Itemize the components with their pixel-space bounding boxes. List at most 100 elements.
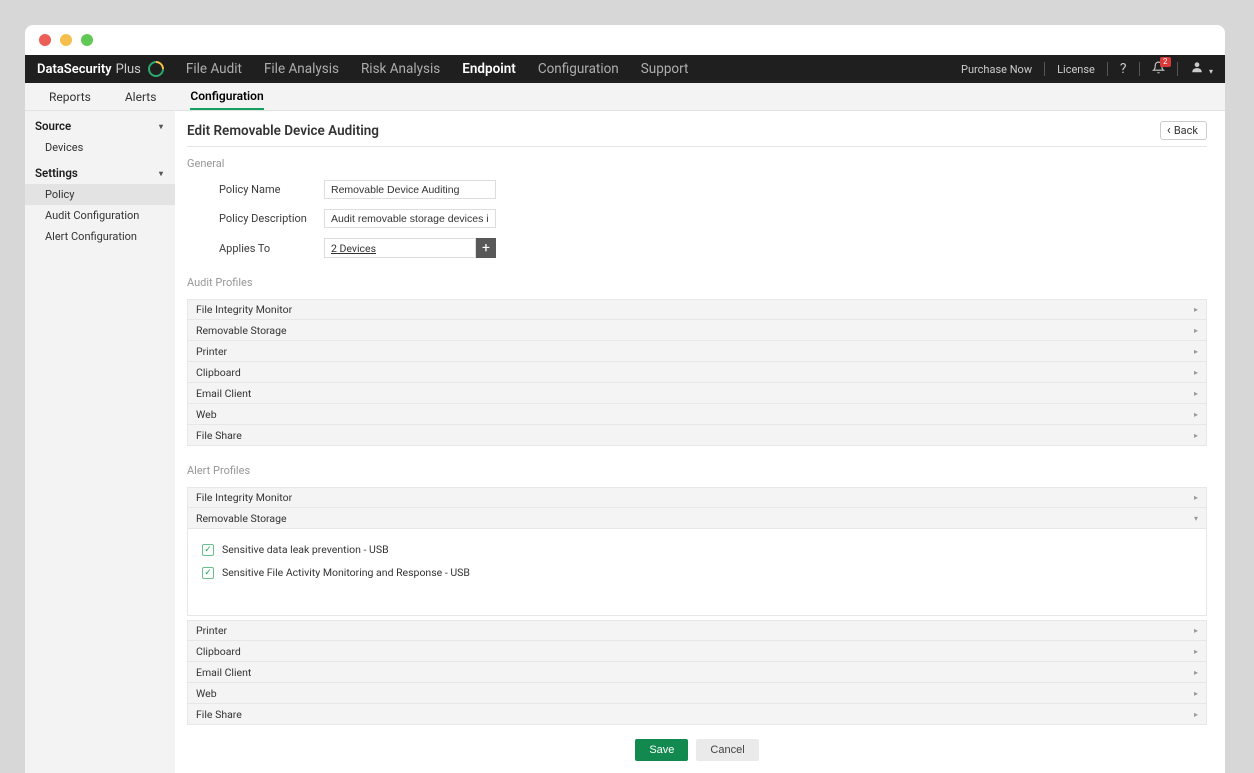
profile-row-printer[interactable]: Printer ▸ [187, 620, 1207, 641]
profile-row-label: Web [196, 687, 217, 700]
back-button[interactable]: Back [1160, 121, 1207, 140]
chevron-icon: ▸ [1194, 305, 1198, 314]
nav-divider [1139, 62, 1140, 76]
sidebar-item-policy[interactable]: Policy [25, 184, 175, 205]
help-icon[interactable]: ? [1120, 61, 1127, 77]
add-device-button[interactable]: + [476, 238, 496, 258]
nav-item-endpoint[interactable]: Endpoint [462, 55, 516, 83]
chevron-icon: ▸ [1194, 347, 1198, 356]
chevron-icon: ▸ [1194, 431, 1198, 440]
profile-row-label: Clipboard [196, 645, 241, 658]
brand-name: DataSecurity [37, 62, 112, 77]
profile-row-label: Web [196, 408, 217, 421]
label-applies-to: Applies To [219, 242, 324, 255]
profile-row-label: Printer [196, 624, 227, 637]
section-title-alert: Alert Profiles [187, 464, 1207, 477]
row-applies-to: Applies To 2 Devices + [187, 238, 1207, 258]
page-title: Edit Removable Device Auditing [187, 123, 379, 139]
alert-checkbox-label: Sensitive data leak prevention - USB [222, 543, 389, 556]
section-title-general: General [187, 157, 1207, 170]
profile-row-clipboard[interactable]: Clipboard ▸ [187, 641, 1207, 662]
nav-item-risk-analysis[interactable]: Risk Analysis [361, 55, 440, 83]
section-title-audit: Audit Profiles [187, 276, 1207, 289]
profile-row-label: Removable Storage [196, 324, 287, 337]
notification-bell-icon[interactable]: 2 [1152, 61, 1165, 78]
back-button-label: Back [1174, 124, 1198, 137]
app-window: DataSecurity Plus File Audit File Analysi… [25, 25, 1225, 773]
chevron-icon: ▸ [1194, 668, 1198, 677]
chevron-icon: ▸ [1194, 710, 1198, 719]
license-link[interactable]: License [1057, 63, 1095, 76]
nav-divider [1107, 62, 1108, 76]
profile-row-label: File Integrity Monitor [196, 303, 292, 316]
applies-to-value[interactable]: 2 Devices [324, 238, 476, 258]
nav-divider [1177, 62, 1178, 76]
profile-row-clipboard[interactable]: Clipboard ▸ [187, 362, 1207, 383]
profile-row-web[interactable]: Web ▸ [187, 683, 1207, 704]
brand-suffix: Plus [116, 62, 141, 77]
checkbox-checked-icon[interactable]: ✓ [202, 567, 214, 579]
chevron-icon: ▸ [1194, 368, 1198, 377]
alert-checkbox-row: ✓Sensitive File Activity Monitoring and … [202, 566, 1192, 579]
nav-item-file-analysis[interactable]: File Analysis [264, 55, 339, 83]
sidebar-item-audit-configuration[interactable]: Audit Configuration [25, 205, 175, 226]
row-policy-desc: Policy Description [187, 209, 1207, 228]
subnav-item-configuration[interactable]: Configuration [190, 83, 263, 110]
chevron-icon: ▸ [1194, 410, 1198, 419]
chevron-icon: ▸ [1194, 626, 1198, 635]
profile-row-file-share[interactable]: File Share ▸ [187, 425, 1207, 446]
profile-row-removable-storage[interactable]: Removable Storage ▸ [187, 320, 1207, 341]
alert-expanded-removable-storage: ✓ Sensitive data leak prevention - USB ✓Se… [187, 529, 1207, 616]
profile-row-label: Email Client [196, 666, 251, 679]
top-nav: DataSecurity Plus File Audit File Analysi… [25, 55, 1225, 83]
profile-row-label: Printer [196, 345, 227, 358]
subnav-item-alerts[interactable]: Alerts [125, 83, 157, 110]
nav-divider [1044, 62, 1045, 76]
profile-row-file-integrity-monitor[interactable]: File Integrity Monitor▸ [187, 487, 1207, 508]
nav-item-file-audit[interactable]: File Audit [186, 55, 242, 83]
profile-row-label: Removable Storage [196, 512, 287, 525]
sidebar-group-settings[interactable]: Settings▾ [25, 158, 175, 184]
sub-nav: Reports Alerts Configuration [25, 83, 1225, 111]
subnav-item-reports[interactable]: Reports [49, 83, 91, 110]
nav-item-configuration[interactable]: Configuration [538, 55, 619, 83]
save-button[interactable]: Save [635, 739, 688, 761]
window-close-dot[interactable] [39, 34, 51, 46]
label-policy-name: Policy Name [219, 183, 324, 196]
window-minimize-dot[interactable] [60, 34, 72, 46]
row-policy-name: Policy Name [187, 180, 1207, 199]
chevron-down-icon: ▾ [159, 169, 163, 178]
profile-row-label: File Share [196, 429, 242, 442]
profile-row-label: Email Client [196, 387, 251, 400]
notification-badge: 2 [1160, 57, 1171, 67]
brand-swirl-icon [145, 58, 168, 81]
profile-row-printer[interactable]: Printer ▸ [187, 341, 1207, 362]
profile-row-web[interactable]: Web ▸ [187, 404, 1207, 425]
profile-row-email-client[interactable]: Email Client ▸ [187, 662, 1207, 683]
main-content: Edit Removable Device Auditing Back Gene… [175, 111, 1225, 773]
input-policy-desc[interactable] [324, 209, 496, 228]
sidebar-item-alert-configuration[interactable]: Alert Configuration [25, 226, 175, 247]
profile-row-removable-storage[interactable]: Removable Storage ▾ [187, 508, 1207, 529]
checkbox-checked-icon[interactable]: ✓ [202, 544, 214, 556]
brand-logo: DataSecurity Plus [37, 61, 164, 77]
purchase-link[interactable]: Purchase Now [961, 63, 1032, 76]
chevron-down-icon: ▾ [159, 122, 163, 131]
profile-row-email-client[interactable]: Email Client▸ [187, 383, 1207, 404]
cancel-button[interactable]: Cancel [696, 739, 758, 761]
sidebar-item-devices[interactable]: Devices [25, 137, 175, 158]
user-menu-icon[interactable]: ▾ [1190, 60, 1214, 78]
input-policy-name[interactable] [324, 180, 496, 199]
chevron-icon: ▸ [1194, 647, 1198, 656]
profile-row-file-share[interactable]: File Share ▸ [187, 704, 1207, 725]
chevron-icon: ▾ [1194, 514, 1198, 523]
profile-row-label: File Share [196, 708, 242, 721]
profile-row-label: Clipboard [196, 366, 241, 379]
profile-row-label: File Integrity Monitor [196, 491, 292, 504]
nav-item-support[interactable]: Support [641, 55, 689, 83]
profile-row-file-integrity-monitor[interactable]: File Integrity Monitor ▸ [187, 299, 1207, 320]
window-maximize-dot[interactable] [81, 34, 93, 46]
chevron-icon: ▸ [1194, 326, 1198, 335]
sidebar-group-source[interactable]: Source▾ [25, 111, 175, 137]
chevron-icon: ▸ [1194, 689, 1198, 698]
